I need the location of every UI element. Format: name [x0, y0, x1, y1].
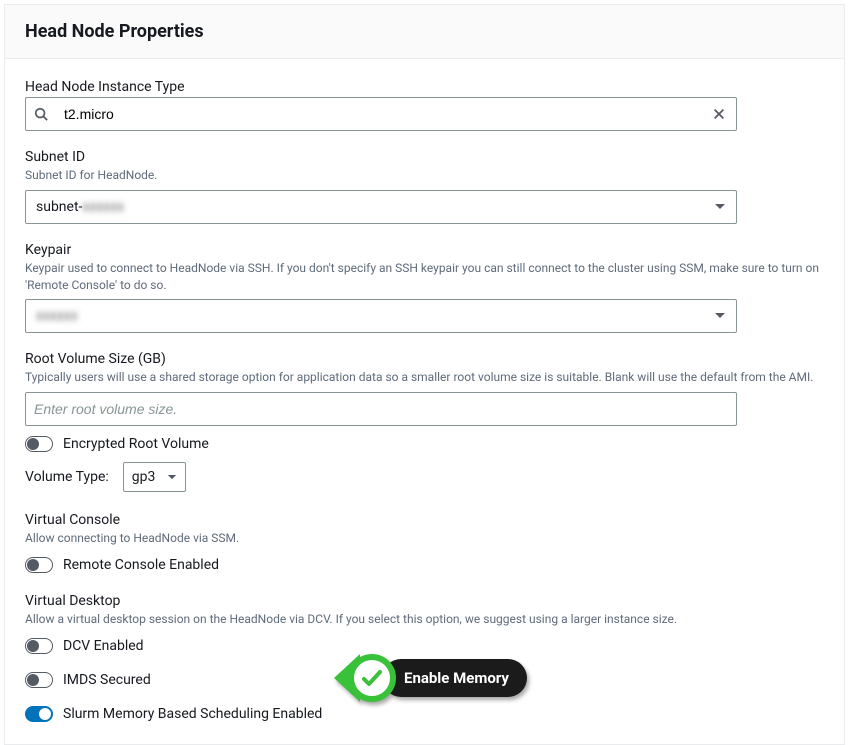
- panel-header: Head Node Properties: [5, 5, 844, 59]
- encrypted-toggle-label: Encrypted Root Volume: [63, 436, 209, 452]
- clear-icon[interactable]: [702, 107, 736, 121]
- caret-down-icon: [167, 474, 177, 481]
- root-volume-desc: Typically users will use a shared storag…: [25, 369, 824, 386]
- keypair-value: xxxxxx: [36, 308, 78, 324]
- slurm-toggle-label: Slurm Memory Based Scheduling Enabled: [63, 706, 322, 722]
- page-title: Head Node Properties: [25, 21, 824, 42]
- virtual-console-label: Virtual Console: [25, 512, 824, 528]
- callout-check-circle: [348, 654, 396, 702]
- imds-toggle-label: IMDS Secured: [63, 672, 151, 688]
- dcv-toggle-label: DCV Enabled: [63, 638, 144, 654]
- field-keypair: Keypair Keypair used to connect to HeadN…: [25, 242, 824, 334]
- callout-label: Enable Memory: [382, 659, 527, 697]
- caret-down-icon: [714, 203, 726, 211]
- encrypted-toggle-row: Encrypted Root Volume: [25, 436, 824, 452]
- root-volume-input[interactable]: [26, 395, 736, 423]
- virtual-desktop-label: Virtual Desktop: [25, 593, 824, 609]
- virtual-console-desc: Allow connecting to HeadNode via SSM.: [25, 530, 824, 547]
- panel-body: Head Node Instance Type: [5, 59, 844, 744]
- keypair-desc: Keypair used to connect to HeadNode via …: [25, 260, 824, 294]
- subnet-label: Subnet ID: [25, 149, 824, 165]
- slurm-toggle[interactable]: [25, 706, 53, 722]
- remote-console-toggle-label: Remote Console Enabled: [63, 557, 219, 573]
- keypair-label: Keypair: [25, 242, 824, 258]
- enable-memory-callout: Enable Memory: [334, 654, 527, 702]
- field-virtual-desktop: Virtual Desktop Allow a virtual desktop …: [25, 593, 824, 628]
- field-root-volume: Root Volume Size (GB) Typically users wi…: [25, 351, 824, 426]
- check-icon: [360, 666, 384, 690]
- subnet-prefix: subnet-: [36, 199, 82, 215]
- subnet-hidden: xxxxxx: [82, 199, 124, 215]
- encrypted-toggle[interactable]: [25, 436, 53, 452]
- instance-type-input-wrap[interactable]: [25, 97, 737, 131]
- root-volume-input-wrap[interactable]: [25, 392, 737, 426]
- caret-down-icon: [714, 312, 726, 320]
- volume-type-value: gp3: [132, 469, 156, 485]
- volume-type-select[interactable]: gp3: [123, 462, 187, 492]
- dcv-toggle[interactable]: [25, 638, 53, 654]
- remote-console-toggle-row: Remote Console Enabled: [25, 557, 824, 573]
- dcv-toggle-row: DCV Enabled: [25, 638, 824, 654]
- subnet-select[interactable]: subnet-xxxxxx: [25, 190, 737, 224]
- imds-toggle[interactable]: [25, 672, 53, 688]
- instance-type-input[interactable]: [56, 100, 702, 128]
- keypair-select[interactable]: xxxxxx: [25, 299, 737, 333]
- field-subnet: Subnet ID Subnet ID for HeadNode. subnet…: [25, 149, 824, 224]
- head-node-properties-panel: Head Node Properties Head Node Instance …: [4, 4, 845, 745]
- slurm-toggle-row: Slurm Memory Based Scheduling Enabled: [25, 706, 824, 722]
- subnet-desc: Subnet ID for HeadNode.: [25, 167, 824, 184]
- instance-type-label: Head Node Instance Type: [25, 79, 824, 95]
- volume-type-label: Volume Type:: [25, 469, 109, 485]
- subnet-value: subnet-xxxxxx: [36, 199, 124, 215]
- search-icon: [26, 107, 56, 121]
- virtual-desktop-desc: Allow a virtual desktop session on the H…: [25, 611, 824, 628]
- root-volume-label: Root Volume Size (GB): [25, 351, 824, 367]
- field-volume-type: Volume Type: gp3: [25, 462, 824, 492]
- field-virtual-console: Virtual Console Allow connecting to Head…: [25, 512, 824, 547]
- field-instance-type: Head Node Instance Type: [25, 79, 824, 131]
- remote-console-toggle[interactable]: [25, 557, 53, 573]
